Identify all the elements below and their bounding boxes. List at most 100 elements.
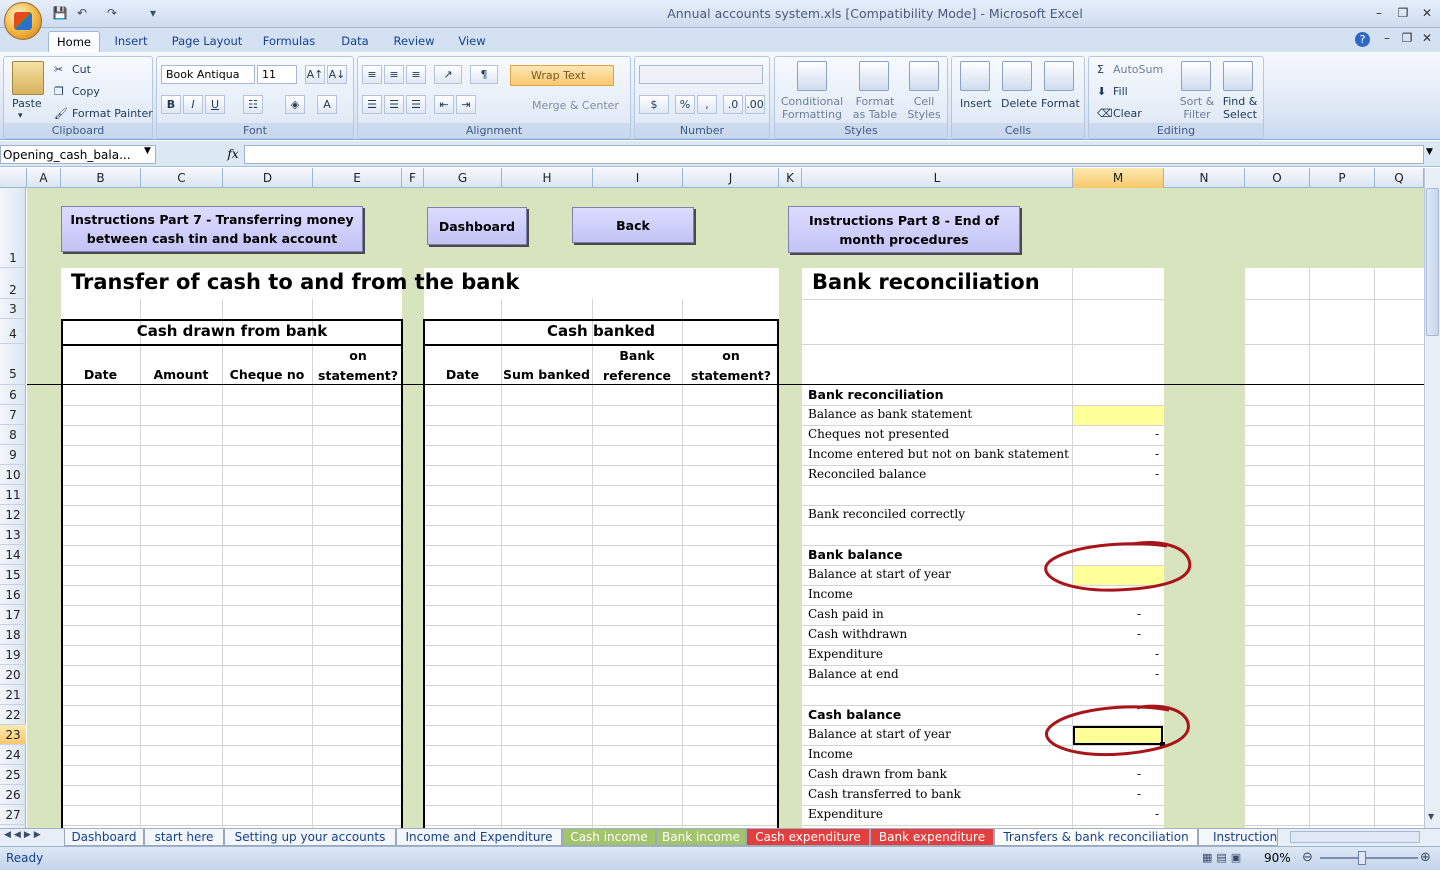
align-center-icon[interactable]: ☰ (384, 95, 404, 114)
scroll-down-icon[interactable]: ▼ (1428, 812, 1434, 821)
column-header[interactable]: I (593, 168, 683, 188)
number-format-box[interactable] (639, 65, 763, 84)
row-header[interactable]: 27 (0, 805, 26, 825)
currency-icon[interactable]: $ (639, 95, 669, 114)
sheet-tab-active[interactable]: Transfers & bank reconciliation (994, 829, 1198, 846)
row-header[interactable]: 20 (0, 665, 26, 685)
name-box[interactable]: Opening_cash_bala... (0, 145, 156, 164)
save-icon[interactable]: 💾 (52, 5, 68, 21)
row-header[interactable]: 5 (0, 344, 26, 385)
back-button[interactable]: Back (572, 207, 694, 243)
row-header[interactable]: 21 (0, 685, 26, 705)
tab-insert[interactable]: Insert (108, 31, 154, 52)
align-left-icon[interactable]: ☰ (362, 95, 382, 114)
formula-input[interactable] (244, 145, 1424, 164)
align-middle-icon[interactable]: ≡ (384, 65, 404, 84)
autosum-button[interactable]: AutoSum (1113, 63, 1163, 76)
scroll-thumb[interactable] (1426, 188, 1439, 336)
row-header[interactable]: 6 (0, 385, 26, 405)
sheet-tab[interactable]: Cash expenditure (746, 829, 870, 846)
cut-button[interactable]: Cut (72, 63, 91, 76)
row-header[interactable]: 26 (0, 785, 26, 805)
tab-home[interactable]: Home (48, 31, 100, 52)
row-header[interactable]: 9 (0, 445, 26, 465)
row-header[interactable]: 12 (0, 505, 26, 525)
tab-review[interactable]: Review (388, 31, 440, 52)
column-header[interactable]: N (1164, 168, 1245, 188)
font-size-box[interactable]: 11 (257, 65, 297, 84)
tab-data[interactable]: Data (334, 31, 376, 52)
row-header[interactable]: 8 (0, 425, 26, 445)
format-painter-button[interactable]: Format Painter (72, 107, 153, 120)
percent-icon[interactable]: % (675, 95, 695, 114)
align-right-icon[interactable]: ☰ (406, 95, 426, 114)
vertical-scrollbar[interactable]: ▼ (1424, 168, 1440, 828)
column-header[interactable]: Q (1375, 168, 1424, 188)
row-header[interactable]: 25 (0, 765, 26, 785)
sort-filter-button[interactable]: Sort & Filter (1175, 95, 1219, 121)
cell-styles-button[interactable]: Cell Styles (903, 95, 945, 121)
wb-minimize-icon[interactable]: – (1376, 30, 1398, 46)
row-header[interactable]: 17 (0, 605, 26, 625)
insert-function-button[interactable]: fx (222, 145, 244, 164)
align-bottom-icon[interactable]: ≡ (406, 65, 426, 84)
row-header[interactable]: 4 (0, 319, 26, 344)
tab-formulas[interactable]: Formulas (258, 31, 320, 52)
grow-font-icon[interactable]: A↑ (305, 65, 325, 84)
column-header[interactable]: C (141, 168, 223, 188)
conditional-formatting-button[interactable]: Conditional Formatting (777, 95, 847, 121)
row-header[interactable]: 18 (0, 625, 26, 645)
row-header[interactable]: 19 (0, 645, 26, 665)
row-header-selected[interactable]: 23 (0, 725, 26, 745)
italic-icon[interactable]: I (183, 95, 203, 114)
help-icon[interactable]: ? (1355, 32, 1370, 47)
fill-color-icon[interactable]: ◈ (285, 95, 305, 114)
zoom-level[interactable]: 90% (1264, 851, 1291, 865)
sheet-tab[interactable]: Dashboard (64, 829, 144, 846)
row-header[interactable]: 10 (0, 465, 26, 485)
row-header[interactable]: 3 (0, 299, 26, 319)
tab-scroll-icon[interactable]: ◀◀▶▶ (4, 830, 44, 840)
align-top-icon[interactable]: ≡ (362, 65, 382, 84)
column-header[interactable]: O (1245, 168, 1310, 188)
row-header[interactable]: 13 (0, 525, 26, 545)
row-header[interactable]: 22 (0, 705, 26, 725)
insert-cells-button[interactable]: Insert (960, 97, 992, 110)
tab-page-layout[interactable]: Page Layout (168, 31, 246, 52)
worksheet[interactable]: Instructions Part 7 - Transferring money… (27, 188, 1424, 828)
redo-icon[interactable]: ↷ (104, 5, 120, 21)
column-header[interactable]: A (27, 168, 61, 188)
row-header[interactable]: 15 (0, 565, 26, 585)
sheet-tab[interactable]: start here (144, 829, 224, 846)
instructions-part7-button[interactable]: Instructions Part 7 - Transferring money… (61, 206, 363, 252)
shrink-font-icon[interactable]: A↓ (327, 65, 347, 84)
merge-center-button[interactable]: Merge & Center (532, 99, 619, 112)
clear-button[interactable]: Clear (1113, 107, 1142, 120)
sheet-tab[interactable]: Income and Expenditure (396, 829, 562, 846)
row-header[interactable]: 7 (0, 405, 26, 425)
restore-icon[interactable]: ❐ (1392, 5, 1414, 21)
format-as-table-button[interactable]: Format as Table (849, 95, 901, 121)
column-header[interactable]: G (424, 168, 502, 188)
wb-close-icon[interactable]: ✕ (1416, 30, 1438, 46)
zoom-in-icon[interactable]: ⊕ (1420, 850, 1431, 865)
column-header[interactable]: J (683, 168, 779, 188)
close-icon[interactable]: ✕ (1416, 5, 1438, 21)
decrease-indent-icon[interactable]: ⇤ (434, 95, 454, 114)
balance-as-statement-input[interactable] (1073, 406, 1163, 425)
zoom-out-icon[interactable]: ⊖ (1302, 850, 1313, 865)
minimize-icon[interactable]: – (1368, 5, 1390, 21)
delete-cells-button[interactable]: Delete (1001, 97, 1037, 110)
column-header[interactable]: P (1310, 168, 1375, 188)
increase-indent-icon[interactable]: ⇥ (456, 95, 476, 114)
column-header[interactable]: K (779, 168, 802, 188)
column-header[interactable]: H (502, 168, 593, 188)
zoom-slider-track[interactable] (1320, 857, 1418, 859)
column-header-selected[interactable]: M (1073, 168, 1164, 188)
paste-dropdown-icon[interactable]: ▾ (18, 111, 23, 121)
font-name-box[interactable]: Book Antiqua (161, 65, 255, 84)
row-header[interactable]: 16 (0, 585, 26, 605)
sheet-tab[interactable]: Instruction (1198, 829, 1278, 846)
row-header[interactable]: 1 (0, 188, 26, 268)
row-header[interactable]: 2 (0, 268, 26, 299)
